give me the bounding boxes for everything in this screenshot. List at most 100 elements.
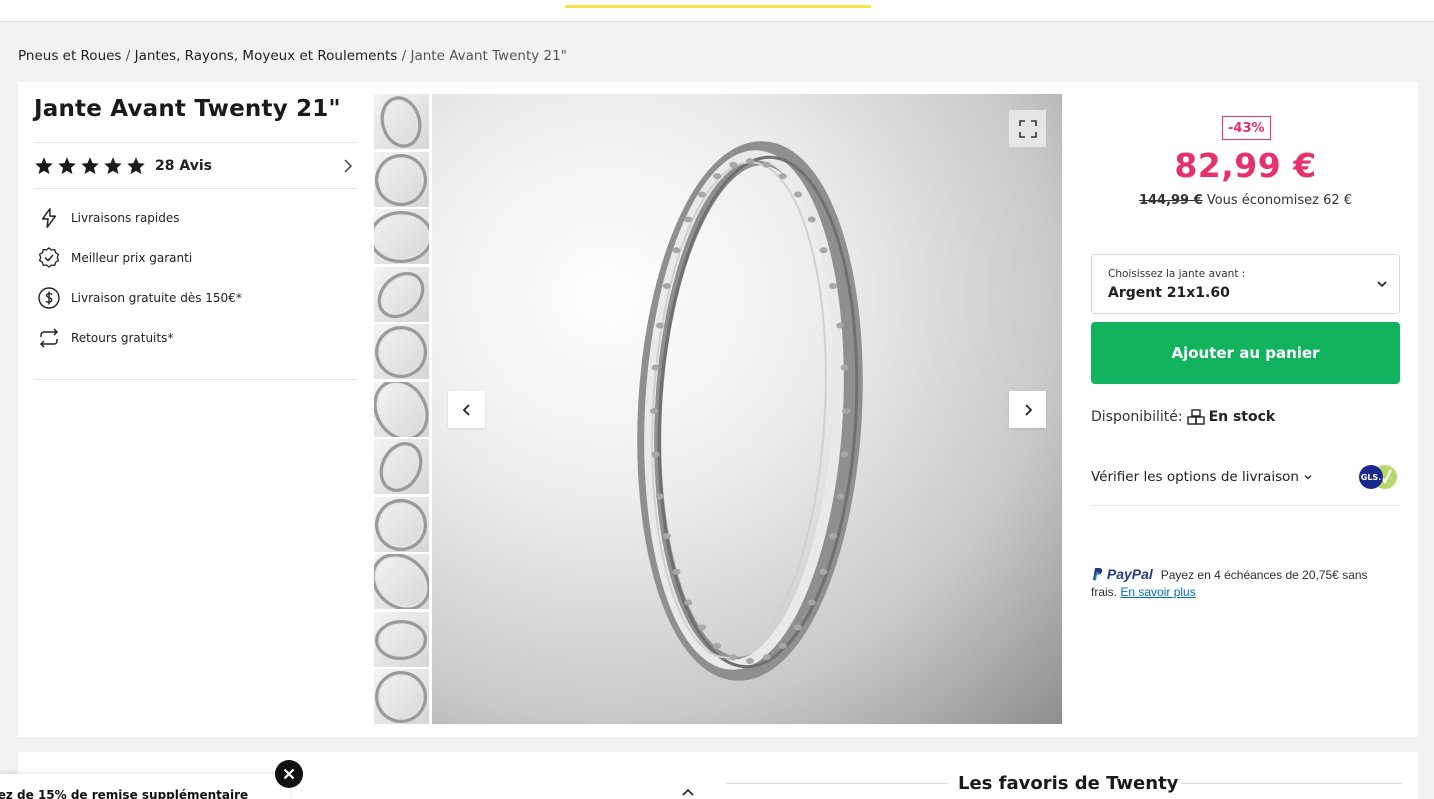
thumbnail[interactable] — [374, 496, 429, 552]
promo-close-button[interactable] — [275, 760, 303, 788]
spoke-hole — [746, 158, 754, 164]
thumbnail[interactable] — [374, 266, 429, 322]
active-nav-indicator — [565, 5, 871, 8]
shipping-options-row: Vérifier les options de livraison GLS. — [1091, 452, 1400, 506]
availability-row: Disponibilité: En stock — [1091, 409, 1275, 425]
spoke-hole — [684, 599, 693, 606]
purchase-panel: -43% 82,99 € 144,99 € Vous économisez 62… — [1091, 82, 1400, 737]
close-icon — [283, 768, 295, 780]
feature-item: Livraisons rapides — [36, 198, 357, 238]
thumbnail[interactable] — [374, 94, 429, 149]
chevron-right-icon — [344, 159, 353, 173]
divider — [726, 783, 948, 784]
spoke-hole — [829, 283, 838, 289]
breadcrumb-separator: / — [401, 48, 407, 64]
thumbnail[interactable] — [374, 669, 429, 724]
thumbnail[interactable] — [374, 439, 429, 494]
star-icon — [35, 156, 53, 174]
feature-label: Meilleur prix garanti — [71, 251, 193, 265]
spoke-hole — [794, 191, 802, 198]
boxes-icon — [1186, 409, 1205, 425]
paypal-brand: PayPal — [1106, 566, 1153, 582]
breadcrumb-link-rims[interactable]: Jantes, Rayons, Moyeux et Roulements — [135, 48, 398, 64]
spoke-hole — [807, 216, 816, 223]
breadcrumb-link-tires-wheels[interactable]: Pneus et Roues — [18, 48, 121, 64]
spoke-hole — [662, 283, 671, 289]
chevron-up-icon[interactable] — [680, 786, 696, 798]
thumbnail[interactable] — [374, 611, 429, 667]
variant-select[interactable]: Choisissez la jante avant : Argent 21x1.… — [1091, 254, 1400, 314]
breadcrumb-separator: / — [125, 48, 131, 64]
feature-item: Meilleur prix garanti — [36, 238, 357, 278]
feature-item: Livraison gratuite dès 150€* — [36, 278, 357, 318]
paypal-logo: PayPal — [1091, 566, 1157, 582]
dollar-circle-icon — [36, 285, 62, 311]
promo-banner[interactable]: tez de 15% de remise supplémentaire — [0, 774, 290, 799]
star-rating — [34, 156, 146, 176]
spoke-hole — [819, 568, 828, 575]
spoke-hole — [651, 451, 660, 458]
stock-status: En stock — [1208, 409, 1276, 425]
spoke-hole — [662, 533, 671, 539]
spoke-hole — [836, 322, 845, 329]
spoke-hole — [672, 247, 681, 254]
lightning-icon — [36, 205, 62, 231]
feature-list: Livraisons rapides Meilleur prix garanti… — [36, 198, 357, 358]
spoke-hole — [762, 161, 771, 168]
thumbnail[interactable] — [374, 151, 429, 207]
spoke-hole — [650, 408, 658, 414]
thumbnail[interactable] — [374, 324, 429, 379]
old-price-row: 144,99 € Vous économisez 62 € — [1091, 193, 1400, 208]
review-count: 28 Avis — [155, 157, 212, 174]
top-navigation-bar — [0, 0, 1434, 22]
paypal-icon — [1093, 568, 1103, 581]
expand-icon — [1018, 119, 1037, 138]
thumbnail[interactable] — [374, 554, 429, 609]
star-icon — [127, 156, 145, 174]
spoke-hole — [840, 364, 849, 371]
spoke-hole — [729, 654, 738, 661]
paypal-learn-more-link[interactable]: En savoir plus — [1120, 585, 1195, 599]
divider — [1180, 783, 1402, 784]
availability-label: Disponibilité: — [1091, 409, 1183, 425]
badge-check-icon — [36, 245, 62, 271]
spoke-hole — [762, 654, 771, 661]
spoke-hole — [713, 173, 722, 180]
promo-text: tez de 15% de remise supplémentaire — [0, 788, 249, 799]
breadcrumb: Pneus et Roues / Jantes, Rayons, Moyeux … — [18, 48, 567, 64]
thumbnail[interactable] — [374, 381, 429, 437]
shipping-options-toggle[interactable]: Vérifier les options de livraison — [1091, 469, 1313, 485]
star-icon — [58, 156, 76, 174]
spoke-hole — [698, 624, 706, 631]
spoke-hole — [672, 568, 681, 575]
product-card: Jante Avant Twenty 21" 28 Avis Livraison… — [18, 82, 1418, 737]
spoke-hole — [819, 247, 828, 254]
variant-select-value: Argent 21x1.60 — [1108, 285, 1230, 301]
next-image-button[interactable] — [1009, 391, 1046, 428]
spoke-hole — [807, 599, 816, 606]
previous-image-button[interactable] — [448, 391, 485, 428]
paypal-installments: PayPal Payez en 4 échéances de 20,75€ sa… — [1091, 566, 1396, 601]
add-to-cart-button[interactable]: Ajouter au panier — [1091, 322, 1400, 384]
star-icon — [104, 156, 122, 174]
divider — [34, 379, 357, 380]
spoke-hole — [778, 173, 787, 180]
current-price: 82,99 € — [1174, 146, 1317, 185]
spoke-hole — [698, 191, 706, 198]
rim-image — [637, 141, 863, 681]
rating-row[interactable]: 28 Avis — [34, 142, 357, 189]
feature-label: Livraison gratuite dès 150€* — [71, 291, 242, 305]
discount-badge: -43% — [1222, 116, 1271, 140]
spoke-hole — [713, 642, 722, 649]
spoke-hole — [729, 161, 738, 168]
thumbnail[interactable] — [374, 209, 429, 264]
spoke-hole — [842, 408, 850, 414]
fullscreen-button[interactable] — [1009, 110, 1046, 147]
product-title: Jante Avant Twenty 21" — [34, 96, 341, 122]
main-product-image[interactable] — [432, 94, 1062, 724]
spoke-hole — [840, 451, 849, 458]
spoke-hole — [778, 642, 787, 649]
feature-label: Livraisons rapides — [71, 211, 180, 225]
spoke-hole — [794, 624, 802, 631]
star-icon — [81, 156, 99, 174]
